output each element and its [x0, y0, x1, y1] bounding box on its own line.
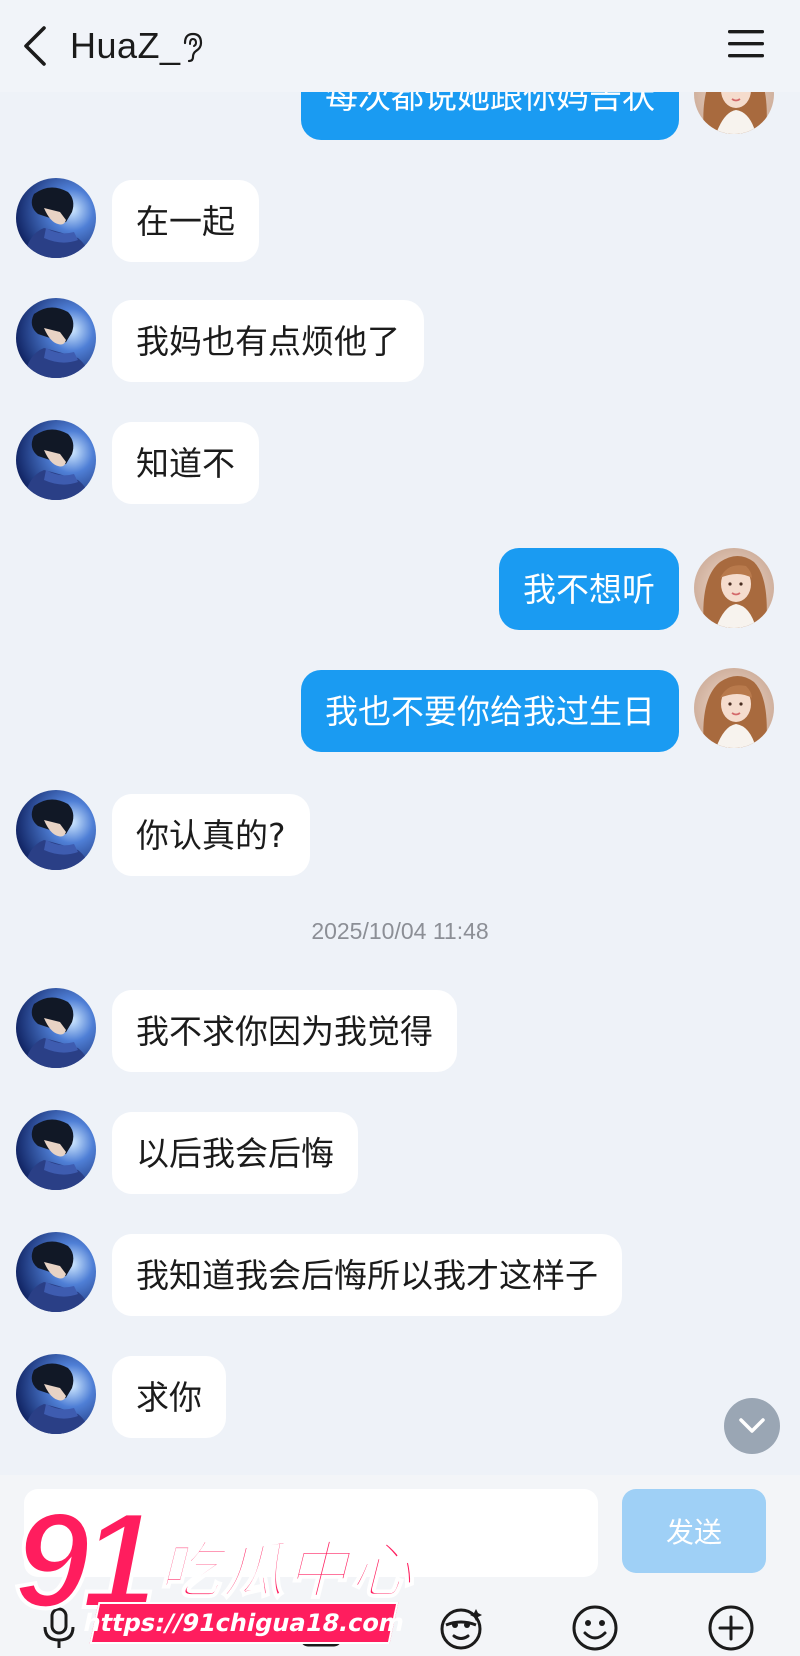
message-bubble-incoming[interactable]: 以后我会后悔 — [112, 1112, 358, 1194]
contact-avatar[interactable] — [16, 790, 96, 870]
contact-avatar[interactable] — [16, 298, 96, 378]
chevron-down-icon — [739, 1418, 765, 1433]
message-bubble-incoming[interactable]: 求你 — [112, 1356, 226, 1438]
ear-icon[interactable] — [180, 31, 204, 63]
message-text: 我知道我会后悔所以我才这样子 — [136, 1255, 598, 1295]
message-text: 我不求你因为我觉得 — [136, 1011, 433, 1051]
message-bubble-incoming[interactable]: 你认真的? — [112, 794, 310, 876]
message-bubble-outgoing[interactable]: 我不想听 — [499, 548, 679, 630]
message-text: 以后我会后悔 — [136, 1133, 334, 1173]
sticker-button[interactable] — [436, 1603, 486, 1653]
chat-area[interactable]: 每次都说她跟你妈告状 在一起 我妈也有点烦他了 知道不 我不想听 我也不要你给我… — [0, 0, 800, 1480]
message-text: 知道不 — [136, 443, 235, 483]
back-button[interactable] — [18, 24, 54, 68]
contact-avatar[interactable] — [16, 420, 96, 500]
menu-icon — [728, 30, 764, 58]
message-bubble-incoming[interactable]: 我妈也有点烦他了 — [112, 300, 424, 382]
watermark-brand: 吃瓜中心 — [157, 1533, 415, 1608]
message-text: 你认真的? — [136, 815, 286, 855]
message-bubble-incoming[interactable]: 知道不 — [112, 422, 259, 504]
message-text: 我也不要你给我过生日 — [325, 691, 655, 731]
contact-avatar[interactable] — [16, 1110, 96, 1190]
send-button[interactable]: 发送 — [622, 1489, 766, 1573]
scroll-to-bottom-button[interactable] — [724, 1398, 780, 1454]
more-button[interactable] — [706, 1603, 756, 1653]
message-text: 我不想听 — [523, 569, 655, 609]
chat-title[interactable]: HuaZ_ — [70, 24, 181, 68]
sticker-icon — [440, 1608, 482, 1650]
contact-avatar[interactable] — [16, 1232, 96, 1312]
menu-button[interactable] — [726, 26, 766, 62]
message-bubble-outgoing[interactable]: 我也不要你给我过生日 — [301, 670, 679, 752]
contact-avatar-self[interactable] — [694, 548, 774, 628]
watermark: 91 吃瓜中心 https://91chigua18.com — [0, 1490, 420, 1656]
watermark-url: https://91chigua18.com — [81, 1602, 407, 1644]
contact-avatar[interactable] — [16, 988, 96, 1068]
emoji-icon — [572, 1605, 618, 1651]
contact-avatar-self[interactable] — [694, 668, 774, 748]
message-bubble-incoming[interactable]: 我不求你因为我觉得 — [112, 990, 457, 1072]
message-bubble-incoming[interactable]: 在一起 — [112, 180, 259, 262]
message-bubble-incoming[interactable]: 我知道我会后悔所以我才这样子 — [112, 1234, 622, 1316]
contact-avatar[interactable] — [16, 1354, 96, 1434]
message-text: 求你 — [136, 1377, 202, 1417]
chevron-left-icon — [24, 26, 46, 66]
message-text: 我妈也有点烦他了 — [136, 321, 400, 361]
message-text: 在一起 — [136, 201, 235, 241]
plus-icon — [708, 1605, 754, 1651]
contact-avatar[interactable] — [16, 178, 96, 258]
message-timestamp: 2025/10/04 11:48 — [311, 918, 489, 944]
chat-header: HuaZ_ — [0, 0, 800, 92]
emoji-button[interactable] — [570, 1603, 620, 1653]
